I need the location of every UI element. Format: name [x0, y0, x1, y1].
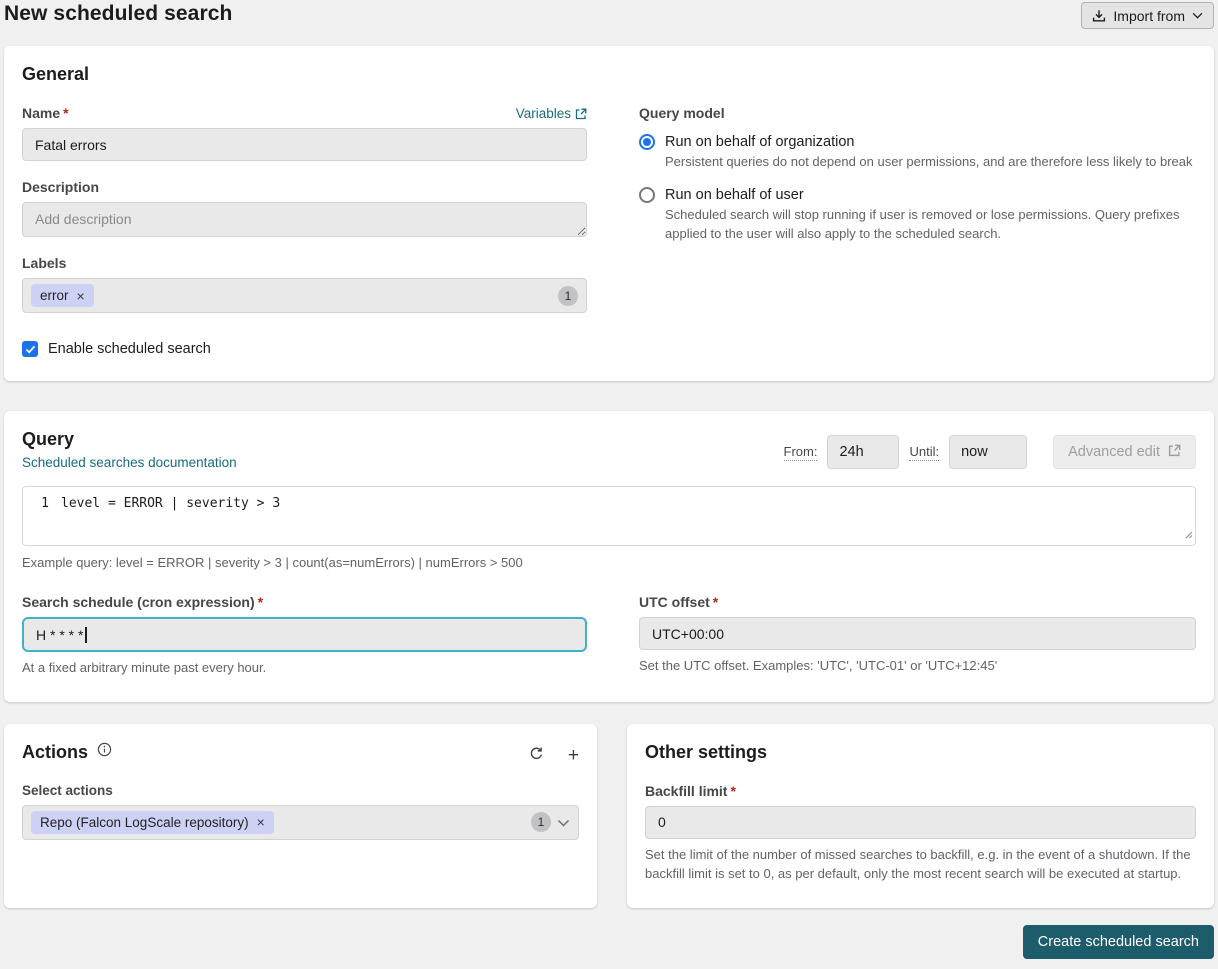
page-title: New scheduled search — [4, 2, 233, 25]
labels-field: Labels error × 1 — [22, 255, 587, 313]
name-field: Name * Variables — [22, 105, 587, 161]
actions-heading: Actions — [22, 741, 89, 762]
radio-run-on-behalf-of-organization[interactable]: Run on behalf of organization — [639, 134, 1196, 150]
until-input[interactable]: now — [949, 435, 1028, 469]
labels-label: Labels — [22, 255, 67, 271]
utc-offset-input[interactable] — [639, 617, 1196, 650]
cron-schedule-field: Search schedule (cron expression) * H * *… — [22, 594, 587, 678]
other-settings-section: Other settings Backfill limit* Set the l… — [627, 723, 1214, 908]
cron-schedule-help: At a fixed arbitrary minute past every h… — [22, 660, 267, 675]
utc-offset-field: UTC offset* Set the UTC offset. Examples… — [639, 594, 1196, 676]
until-label: Until: — [909, 443, 940, 461]
action-chip: Repo (Falcon LogScale repository) × — [31, 810, 274, 834]
external-link-icon — [575, 108, 587, 120]
resize-handle-icon[interactable] — [1184, 528, 1193, 543]
cron-schedule-label: Search schedule (cron expression) * — [22, 594, 264, 610]
utc-offset-help: Set the UTC offset. Examples: 'UTC', 'UT… — [639, 658, 998, 673]
required-asterisk: * — [257, 594, 264, 610]
name-input[interactable] — [22, 128, 587, 161]
remove-label-icon[interactable]: × — [77, 289, 85, 303]
from-input[interactable]: 24h — [827, 435, 900, 469]
backfill-limit-label: Backfill limit * — [645, 782, 736, 799]
enable-scheduled-search-checkbox[interactable]: Enable scheduled search — [22, 341, 587, 357]
general-section: General Name * Variables Fatal errors De… — [4, 46, 1214, 381]
top-bar: New scheduled search Import from — [4, 2, 1214, 42]
radio-description: Persistent queries do not depend on user… — [665, 154, 1193, 169]
label-chip-text: error — [40, 288, 69, 303]
utc-offset-label: UTC offset * — [639, 594, 719, 610]
description-field: Description — [22, 179, 587, 237]
query-section: Query Scheduled searches documentation F… — [4, 411, 1214, 702]
query-model-group: Query model Run on behalf of organizatio… — [639, 105, 1196, 259]
backfill-limit-help: Set the limit of the number of missed se… — [645, 846, 1191, 882]
required-asterisk: * — [730, 782, 736, 799]
enable-scheduled-search-label: Enable scheduled search — [48, 341, 211, 357]
chevron-down-icon[interactable] — [557, 814, 570, 830]
radio-unselected-icon — [639, 186, 655, 203]
backfill-limit-input[interactable] — [645, 805, 1196, 839]
select-actions-label: Select actions — [22, 782, 113, 798]
plus-icon: + — [567, 744, 579, 766]
cron-schedule-input[interactable]: H * * * * — [22, 617, 587, 652]
from-label: From: — [783, 443, 818, 461]
required-asterisk: * — [63, 105, 69, 121]
radio-option-organization: Run on behalf of organization Persistent… — [639, 134, 1196, 172]
other-settings-heading: Other settings — [645, 741, 768, 762]
remove-action-icon[interactable]: × — [257, 815, 265, 829]
query-editor[interactable]: 1 level = ERROR | severity > 3 — [22, 486, 1196, 546]
advanced-edit-button[interactable]: Advanced edit — [1053, 435, 1196, 469]
labels-count-badge: 1 — [558, 285, 578, 306]
action-chip-text: Repo (Falcon LogScale repository) — [40, 814, 249, 830]
radio-option-user: Run on behalf of user Scheduled search w… — [639, 186, 1196, 244]
query-heading: Query — [22, 429, 75, 449]
refresh-icon — [529, 746, 544, 765]
general-left-column: Name * Variables Fatal errors Descriptio… — [22, 105, 587, 357]
page: New scheduled search Import from General — [0, 0, 1218, 969]
chevron-down-icon — [1192, 12, 1203, 19]
label-chip: error × — [31, 284, 94, 307]
import-from-label: Import from — [1113, 7, 1185, 24]
required-asterisk: * — [712, 594, 719, 610]
radio-description: Scheduled search will stop running if us… — [665, 206, 1180, 241]
variables-link[interactable]: Variables — [516, 106, 587, 121]
name-label: Name * — [22, 105, 69, 121]
actions-count-badge: 1 — [531, 812, 551, 832]
text-cursor — [85, 626, 87, 643]
radio-run-on-behalf-of-user[interactable]: Run on behalf of user — [639, 186, 1196, 203]
add-action-button[interactable]: + — [568, 746, 579, 765]
actions-section: Actions + Select actions Repo (Falcon Lo… — [4, 723, 597, 908]
query-code: level = ERROR | severity > 3 — [61, 496, 281, 511]
labels-input[interactable]: error × 1 — [22, 278, 587, 313]
download-icon — [1092, 9, 1106, 23]
checkbox-checked-icon — [22, 341, 38, 357]
description-input[interactable] — [22, 202, 587, 237]
external-link-icon — [1168, 444, 1181, 461]
scheduled-searches-documentation-link[interactable]: Scheduled searches documentation — [22, 455, 237, 470]
radio-selected-icon — [639, 134, 655, 150]
query-model-label: Query model — [639, 105, 725, 121]
line-number: 1 — [41, 496, 49, 511]
general-heading: General — [22, 64, 90, 84]
refresh-actions-button[interactable] — [529, 746, 544, 765]
example-query-text: Example query: level = ERROR | severity … — [22, 555, 523, 570]
import-from-button[interactable]: Import from — [1081, 2, 1214, 29]
select-actions-input[interactable]: Repo (Falcon LogScale repository) × 1 — [22, 804, 579, 840]
info-icon[interactable] — [97, 742, 112, 762]
create-scheduled-search-button[interactable]: Create scheduled search — [1022, 924, 1214, 959]
description-label: Description — [22, 179, 100, 195]
